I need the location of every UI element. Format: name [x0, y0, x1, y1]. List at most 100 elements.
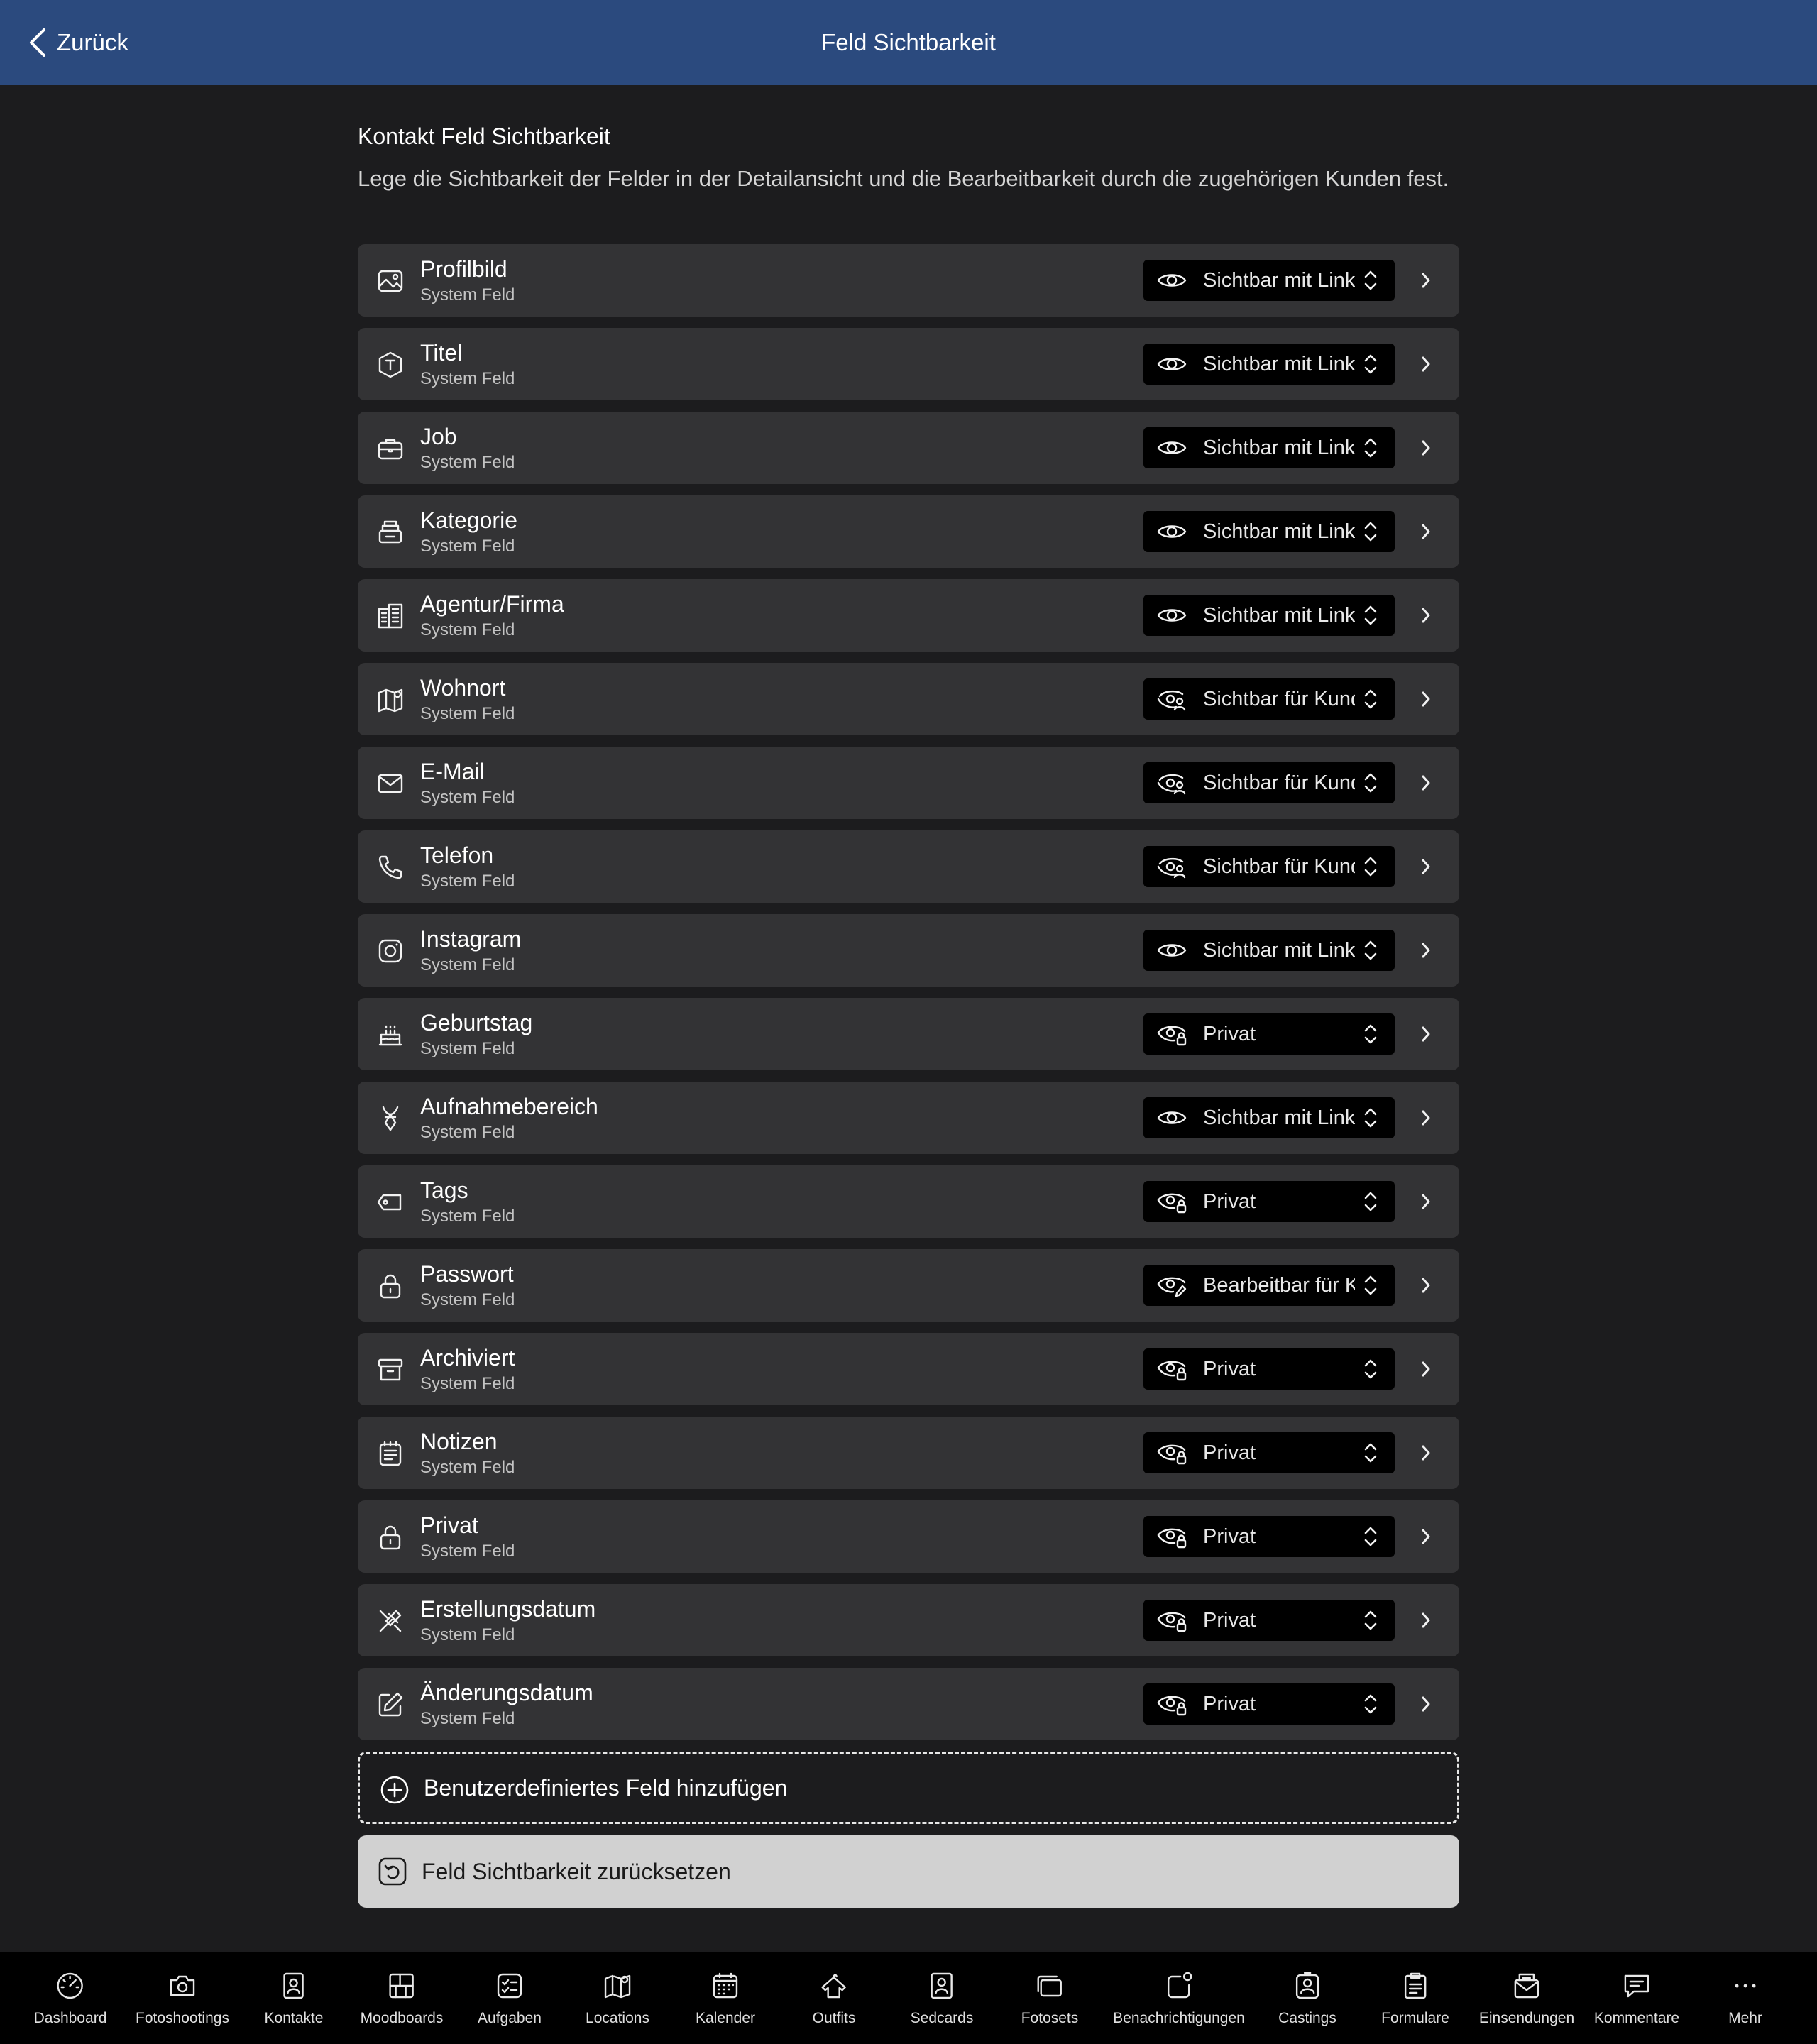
chevron-right-icon[interactable]: [1420, 438, 1432, 458]
eye-icon: [1157, 525, 1187, 538]
field-row[interactable]: Archiviert System Feld Privat: [358, 1333, 1459, 1405]
notes-icon: [379, 1441, 402, 1466]
field-type: System Feld: [420, 1207, 515, 1226]
visibility-select[interactable]: Sichtbar mit Link: [1143, 1097, 1395, 1138]
field-row[interactable]: Geburtstag System Feld Privat: [358, 998, 1459, 1070]
tab-kalender[interactable]: Kalender: [696, 1952, 755, 2044]
visibility-value: Bearbeitbar für Kunden: [1203, 1274, 1355, 1297]
visibility-select[interactable]: Privat: [1143, 1013, 1395, 1055]
field-row[interactable]: Passwort System Feld Bearbeitbar für Kun…: [358, 1249, 1459, 1322]
tab-benachrichtigungen[interactable]: Benachrichtigungen: [1113, 1952, 1245, 2044]
chevron-right-icon[interactable]: [1420, 270, 1432, 290]
briefcase-icon: [378, 439, 403, 460]
field-type: System Feld: [420, 1625, 515, 1644]
tab-moodboards[interactable]: Moodboards: [361, 1952, 443, 2044]
field-row[interactable]: Privat System Feld Privat: [358, 1500, 1459, 1573]
field-row[interactable]: Wohnort System Feld Sichtbar für Kunden: [358, 663, 1459, 735]
visibility-select[interactable]: Sichtbar mit Link: [1143, 595, 1395, 636]
field-type: System Feld: [420, 1709, 515, 1728]
tab-label: Einsendungen: [1478, 2010, 1575, 2026]
field-name: Profilbild: [420, 256, 507, 282]
visibility-select[interactable]: Sichtbar für Kunden: [1143, 678, 1395, 720]
chevron-up-down-icon: [1364, 857, 1377, 877]
tab-einsendungen[interactable]: Einsendungen: [1479, 1952, 1574, 2044]
visibility-select[interactable]: Privat: [1143, 1432, 1395, 1473]
field-row[interactable]: Profilbild System Feld Sichtbar mit Link: [358, 244, 1459, 317]
chevron-right-icon[interactable]: [1420, 605, 1432, 625]
chevron-right-icon[interactable]: [1420, 1527, 1432, 1546]
visibility-value: Privat: [1203, 1525, 1256, 1548]
visibility-select[interactable]: Sichtbar mit Link: [1143, 511, 1395, 552]
chevron-right-icon[interactable]: [1420, 857, 1432, 877]
chevron-up-down-icon: [1364, 605, 1377, 625]
tab-kommentare[interactable]: Kommentare: [1594, 1952, 1679, 2044]
visibility-select[interactable]: Sichtbar für Kunden: [1143, 762, 1395, 803]
field-row[interactable]: Änderungsdatum System Feld Privat: [358, 1668, 1459, 1740]
visibility-select[interactable]: Privat: [1143, 1348, 1395, 1390]
tab-label: Kontakte: [264, 2010, 324, 2026]
field-name: Geburtstag: [420, 1010, 533, 1035]
tab-dashboard[interactable]: Dashboard: [34, 1952, 106, 2044]
tab-formulare[interactable]: Formulare: [1381, 1952, 1449, 2044]
chevron-right-icon[interactable]: [1420, 1024, 1432, 1044]
reset-visibility-button[interactable]: Feld Sichtbarkeit zurücksetzen: [358, 1835, 1459, 1908]
visibility-select[interactable]: Bearbeitbar für Kunden: [1143, 1265, 1395, 1306]
tab-locations[interactable]: Locations: [586, 1952, 649, 2044]
visibility-select[interactable]: Sichtbar mit Link: [1143, 930, 1395, 971]
eye-icon: [1157, 1111, 1187, 1124]
tab-aufgaben[interactable]: Aufgaben: [478, 1952, 542, 2044]
field-row[interactable]: Telefon System Feld Sichtbar für Kunden: [358, 830, 1459, 903]
chevron-right-icon[interactable]: [1420, 1192, 1432, 1211]
field-name: Archiviert: [420, 1345, 515, 1370]
tab-sedcards[interactable]: Sedcards: [911, 1952, 973, 2044]
chevron-right-icon[interactable]: [1420, 940, 1432, 960]
visibility-select[interactable]: Sichtbar mit Link: [1143, 260, 1395, 301]
visibility-value: Privat: [1203, 1609, 1256, 1632]
field-row[interactable]: Tags System Feld Privat: [358, 1165, 1459, 1238]
field-row[interactable]: Erstellungsdatum System Feld Privat: [358, 1584, 1459, 1656]
field-name: Notizen: [420, 1429, 498, 1454]
visibility-select[interactable]: Privat: [1143, 1600, 1395, 1641]
visibility-select[interactable]: Sichtbar mit Link: [1143, 344, 1395, 385]
chevron-right-icon[interactable]: [1420, 1443, 1432, 1463]
visibility-value: Sichtbar für Kunden: [1203, 855, 1355, 878]
chevron-up-down-icon: [1364, 1192, 1377, 1211]
chevron-right-icon[interactable]: [1420, 1108, 1432, 1128]
chevron-right-icon[interactable]: [1420, 773, 1432, 793]
tab-fotoshootings[interactable]: Fotoshootings: [136, 1952, 229, 2044]
chevron-right-icon[interactable]: [1420, 689, 1432, 709]
field-row[interactable]: Job System Feld Sichtbar mit Link: [358, 412, 1459, 484]
field-row[interactable]: Notizen System Feld Privat: [358, 1417, 1459, 1489]
chevron-up-down-icon: [1364, 1275, 1377, 1295]
tab-fotosets[interactable]: Fotosets: [1021, 1952, 1078, 2044]
field-name: Telefon: [420, 842, 494, 868]
add-custom-field-button[interactable]: Benutzerdefiniertes Feld hinzufügen: [358, 1752, 1459, 1824]
visibility-select[interactable]: Sichtbar für Kunden: [1143, 846, 1395, 887]
field-row[interactable]: Instagram System Feld Sichtbar mit Link: [358, 914, 1459, 987]
field-row[interactable]: Titel System Feld Sichtbar mit Link: [358, 328, 1459, 400]
visibility-select[interactable]: Privat: [1143, 1516, 1395, 1557]
chevron-up-down-icon: [1364, 522, 1377, 542]
visibility-select[interactable]: Sichtbar mit Link: [1143, 427, 1395, 468]
tab-bar: Dashboard Fotoshootings Kontakte Moodboa…: [0, 1952, 1817, 2044]
field-row[interactable]: Kategorie System Feld Sichtbar mit Link: [358, 495, 1459, 568]
visibility-value: Sichtbar für Kunden: [1203, 771, 1355, 794]
tab-mehr[interactable]: Mehr: [1728, 1952, 1762, 2044]
field-row[interactable]: Aufnahmebereich System Feld Sichtbar mit…: [358, 1082, 1459, 1154]
chevron-right-icon[interactable]: [1420, 1610, 1432, 1630]
chevron-right-icon[interactable]: [1420, 354, 1432, 374]
field-row[interactable]: E-Mail System Feld Sichtbar für Kunden: [358, 747, 1459, 819]
chevron-right-icon[interactable]: [1420, 522, 1432, 542]
chevron-right-icon[interactable]: [1420, 1694, 1432, 1714]
chevron-up-down-icon: [1364, 773, 1377, 793]
visibility-select[interactable]: Privat: [1143, 1181, 1395, 1222]
field-row[interactable]: Agentur/Firma System Feld Sichtbar mit L…: [358, 579, 1459, 652]
tab-kontakte[interactable]: Kontakte: [264, 1952, 324, 2044]
tab-castings[interactable]: Castings: [1278, 1952, 1336, 2044]
chevron-right-icon[interactable]: [1420, 1359, 1432, 1379]
visibility-value: Privat: [1203, 1358, 1256, 1380]
tab-outfits[interactable]: Outfits: [813, 1952, 855, 2044]
chevron-right-icon[interactable]: [1420, 1275, 1432, 1295]
field-name: Wohnort: [420, 675, 506, 700]
visibility-select[interactable]: Privat: [1143, 1683, 1395, 1725]
